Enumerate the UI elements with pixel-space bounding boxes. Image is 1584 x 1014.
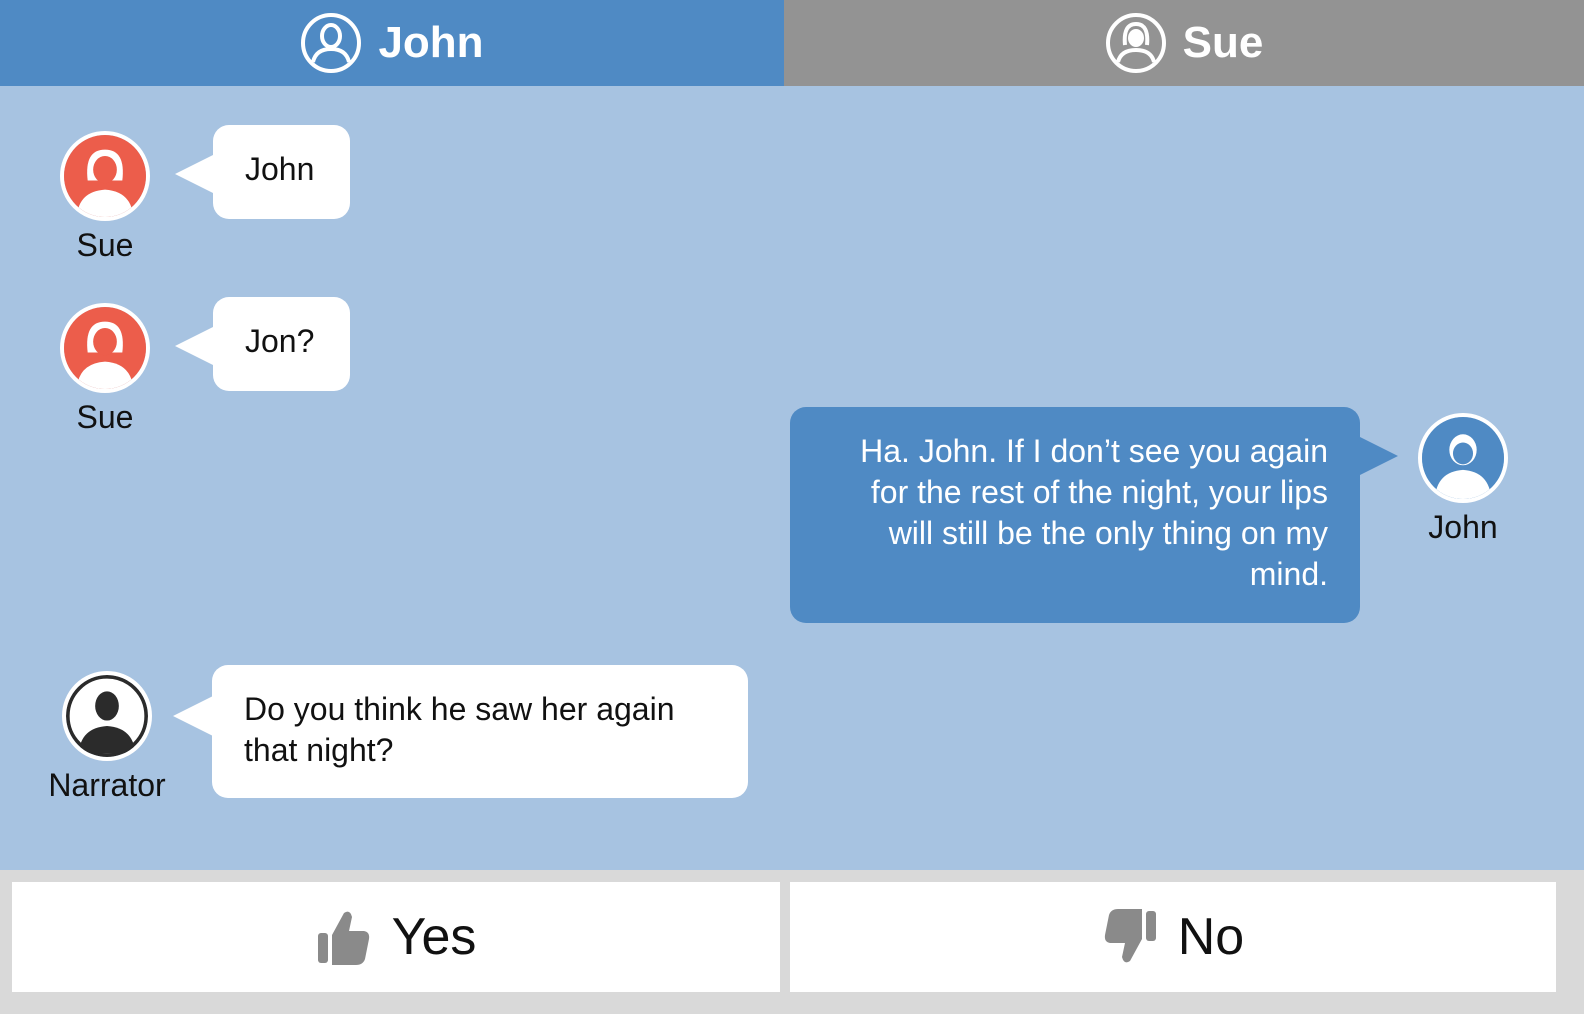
no-label: No <box>1177 908 1245 966</box>
thumbs-up-icon <box>317 911 369 965</box>
user-male-icon <box>1418 413 1508 503</box>
tab-label: John <box>378 18 484 67</box>
user-male-icon <box>301 13 362 73</box>
message-bubble: Ha. John. If I don’t see you again for t… <box>790 407 1360 623</box>
speaker: Sue <box>30 303 180 436</box>
thumbs-down-icon <box>1104 909 1156 963</box>
narrator-icon <box>62 671 152 761</box>
message-item: Ha. John. If I don’t see you again for t… <box>780 401 1560 631</box>
speaker: Narrator <box>32 671 182 804</box>
speaker-name: Sue <box>76 399 134 435</box>
message-bubble: Jon? <box>213 297 350 391</box>
message-item: Narrator Do you think he saw her again t… <box>0 626 760 866</box>
tab-sue[interactable]: Sue <box>784 0 1584 86</box>
user-female-icon <box>60 303 150 393</box>
tab-label: Sue <box>1182 18 1264 67</box>
user-female-icon <box>60 131 150 221</box>
no-button[interactable]: No <box>790 882 1556 992</box>
yes-label: Yes <box>391 908 477 966</box>
user-female-icon <box>1105 13 1166 73</box>
message-bubble: Do you think he saw her again that night… <box>212 665 748 798</box>
answer-bar: Yes No <box>0 870 1584 1014</box>
message-item: Sue Jon? <box>0 258 400 438</box>
message-item: Sue John <box>0 86 400 266</box>
yes-button[interactable]: Yes <box>12 882 780 992</box>
message-bubble: John <box>213 125 350 219</box>
character-tabs: John Sue <box>0 0 1584 86</box>
tab-john[interactable]: John <box>0 0 784 86</box>
speaker-name: Narrator <box>48 767 166 803</box>
conversation: Sue John Sue Jon? Ha. John. If I don’t s… <box>0 86 1584 870</box>
speaker: Sue <box>30 131 180 264</box>
speaker-name: John <box>1428 509 1498 545</box>
speaker: John <box>1388 413 1538 546</box>
